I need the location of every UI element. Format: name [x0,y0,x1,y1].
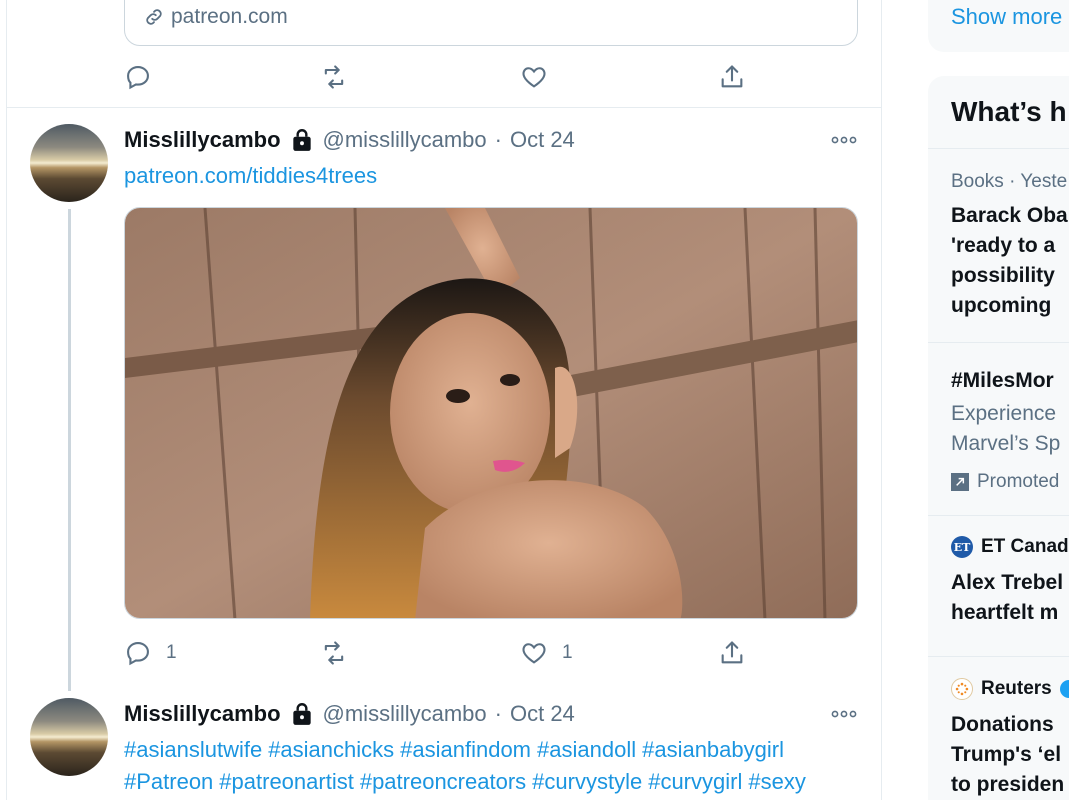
more-options-button[interactable] [829,130,859,150]
share-button[interactable] [718,63,746,91]
user-handle[interactable]: @misslillycambo [323,701,487,727]
share-button[interactable] [718,639,746,667]
trend-headline-line: heartfelt m [951,601,1059,624]
hashtag-link[interactable]: #patreoncreators [360,769,526,794]
hashtag-link[interactable]: #patreonartist [219,769,354,794]
trend-meta: Books · Yeste [951,171,1068,192]
promoted-label: Promoted [951,471,1059,493]
trend-headline-line: to presiden [951,773,1065,796]
tweet-date[interactable]: Oct 24 [510,127,575,153]
tweet-actions [124,63,844,93]
hashtag-link[interactable]: #asianchicks [268,737,394,762]
trend-headline-line: Trump's ‘el [951,743,1062,766]
trend-divider [928,342,1069,343]
promoted-text: Promoted [977,471,1060,492]
reply-icon [127,66,149,90]
tweet-header: Misslillycambo @misslillycambo · Oct 24 [124,127,575,153]
like-button[interactable] [520,63,548,91]
timeline: patreon.com Misslillycambo @misslillycam… [6,0,882,800]
hashtag-link[interactable]: #asianfindom [400,737,531,762]
protected-lock-icon [289,127,315,153]
retweet-icon [324,65,344,89]
hashtag-link[interactable]: #curvygirl [648,769,742,794]
hashtag-line: #Patreon #patreonartist #patreoncreators #c… [124,766,864,798]
heart-icon [522,67,546,88]
avatar[interactable] [30,124,108,202]
show-more-link[interactable]: Show more [951,4,1062,30]
display-name[interactable]: Misslillycambo [124,701,281,727]
tweet-date[interactable]: Oct 24 [510,701,575,727]
protected-lock-icon [289,701,315,727]
hashtag-link[interactable]: #curvystyle [532,769,642,794]
sidebar-top-box: Show more [928,0,1069,52]
reply-button[interactable] [124,63,152,91]
avatar[interactable] [30,698,108,776]
hashtag-link[interactable]: #asiandoll [537,737,636,762]
link-preview-card[interactable]: patreon.com [124,0,858,46]
retweet-icon [324,641,344,665]
hashtag-link[interactable]: #asianslutwife [124,737,262,762]
more-options-button[interactable] [829,704,859,724]
user-handle[interactable]: @misslillycambo [323,127,487,153]
like-count: 1 [562,642,573,663]
et-canada-logo: ET [951,536,973,558]
trend-description-line: Marvel’s Sp [951,432,1061,455]
trend-headline-line: 'ready to a [951,234,1056,257]
tweet-divider [7,107,881,108]
trend-source-name: Reuters [981,678,1052,699]
retweet-button[interactable] [320,639,348,667]
media-photo [125,208,857,618]
hashtag-link[interactable]: #Patreon [124,769,213,794]
display-name[interactable]: Misslillycambo [124,127,281,153]
like-button[interactable]: 1 [520,639,573,667]
link-card-domain: patreon.com [143,5,288,29]
more-icon [831,710,857,718]
trend-divider [928,148,1069,149]
trends-panel: What’s h Books · Yeste Barack Oba 'ready… [928,76,1069,800]
hashtag-link[interactable]: #sexy [748,769,805,794]
reply-icon [127,642,149,666]
trend-source-name: ET Canad [981,536,1069,557]
promoted-icon [951,473,969,491]
hashtag-line: #asianslutwife #asianchicks #asianfindom #a… [124,734,864,766]
trends-header: What’s h [951,96,1067,127]
tweet-link[interactable]: patreon.com/tiddies4trees [124,163,377,189]
trend-headline-line: upcoming [951,294,1052,317]
retweet-button[interactable] [320,63,348,91]
trend-headline-line: Donations [951,713,1054,736]
reply-button[interactable]: 1 [124,639,177,667]
tweet-hashtags: #asianslutwife #asianchicks #asianfindom #a… [124,734,864,798]
trend-source: ET ET Canad [951,536,1069,558]
reuters-logo [951,678,973,700]
tweet-media-image[interactable] [124,207,858,619]
verified-badge-icon [1059,680,1069,698]
link-icon [146,9,162,25]
separator-dot: · [494,127,502,152]
hashtag-link[interactable]: #asianbabygirl [642,737,784,762]
link-card-domain-text: patreon.com [171,5,288,28]
reply-count: 1 [166,642,177,663]
thread-line [68,209,71,691]
trend-divider [928,656,1069,657]
trend-headline-line: Barack Oba [951,204,1068,227]
tweet-header: Misslillycambo @misslillycambo · Oct 24 [124,701,575,727]
share-icon [721,65,743,88]
trend-headline-line: possibility [951,264,1055,287]
trend-divider [928,515,1069,516]
separator-dot: · [494,701,502,726]
trend-description-line: Experience [951,402,1057,425]
heart-icon [522,643,546,664]
trend-headline-line: Alex Trebel [951,571,1064,594]
share-icon [721,641,743,664]
trend-title: #MilesMor [951,369,1054,392]
trend-source: Reuters [951,678,1069,700]
tweet-actions: 1 1 [124,639,844,669]
more-icon [831,136,857,144]
